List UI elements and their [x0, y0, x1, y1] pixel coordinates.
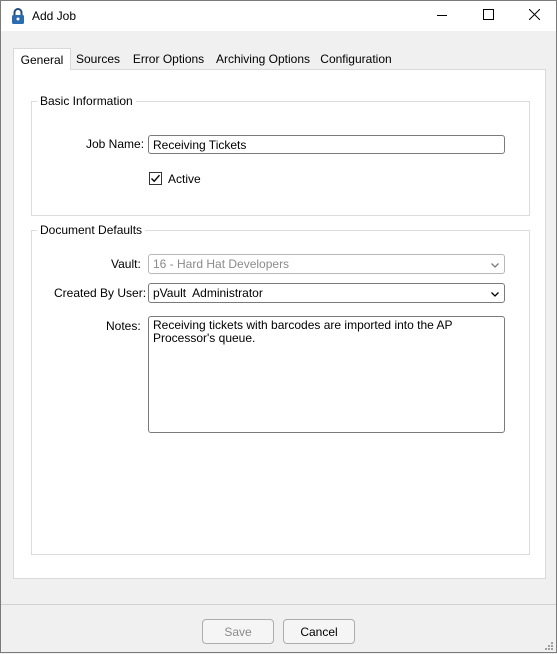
add-job-dialog: Add Job General Sources Error Options Ar… [0, 0, 557, 653]
tab-strip: General Sources Error Options Archiving … [13, 48, 546, 71]
general-tab-page: Basic Information Job Name: Receiving Ti… [13, 70, 546, 579]
vault-label: Vault: [111, 257, 141, 271]
tab-label: Error Options [132, 52, 205, 66]
minimize-icon [437, 9, 447, 23]
minimize-button[interactable] [419, 1, 465, 31]
tab-label: Sources [75, 52, 121, 66]
notes-label: Notes: [106, 319, 141, 333]
close-icon [528, 8, 540, 23]
tab-label: Configuration [320, 52, 392, 66]
tab-general[interactable]: General [13, 48, 71, 71]
maximize-button[interactable] [465, 1, 511, 31]
chevron-down-icon [490, 259, 500, 269]
tab-sources[interactable]: Sources [73, 48, 123, 70]
maximize-icon [482, 9, 494, 23]
padlock-icon [11, 8, 25, 25]
created-by-user-label: Created By User: [54, 286, 147, 300]
chevron-down-icon [490, 288, 500, 298]
vault-select[interactable]: 16 - Hard Hat Developers [148, 254, 505, 274]
save-button[interactable]: Save [202, 619, 274, 644]
vault-value: 16 - Hard Hat Developers [153, 257, 290, 271]
document-defaults-group: Document Defaults Vault: 16 - Hard Hat D… [31, 223, 530, 555]
created-by-user-select[interactable]: pVault Administrator [148, 283, 505, 303]
created-by-user-value: pVault Administrator [153, 286, 263, 300]
tab-archiving-options[interactable]: Archiving Options [215, 48, 311, 70]
tab-error-options[interactable]: Error Options [130, 48, 207, 70]
notes-textarea[interactable]: Receiving tickets with barcodes are impo… [148, 316, 505, 433]
job-name-input[interactable]: Receiving Tickets [148, 135, 505, 154]
cancel-button[interactable]: Cancel [283, 619, 355, 644]
footer-divider [1, 604, 556, 605]
job-name-value: Receiving Tickets [153, 138, 247, 152]
resize-grip-icon[interactable] [544, 640, 554, 650]
checkmark-icon [151, 174, 161, 183]
tab-label: Archiving Options [215, 52, 311, 66]
group-legend: Document Defaults [37, 223, 146, 237]
job-name-label: Job Name: [86, 137, 145, 151]
window-title: Add Job [32, 9, 77, 23]
tab-configuration[interactable]: Configuration [319, 48, 393, 70]
active-label[interactable]: Active [168, 172, 201, 186]
active-checkbox[interactable] [149, 172, 162, 185]
tab-label: General [20, 53, 64, 67]
basic-information-group: Basic Information Job Name: Receiving Ti… [31, 94, 530, 216]
group-legend: Basic Information [37, 94, 136, 108]
close-button[interactable] [511, 1, 557, 31]
title-bar[interactable]: Add Job [1, 1, 556, 31]
